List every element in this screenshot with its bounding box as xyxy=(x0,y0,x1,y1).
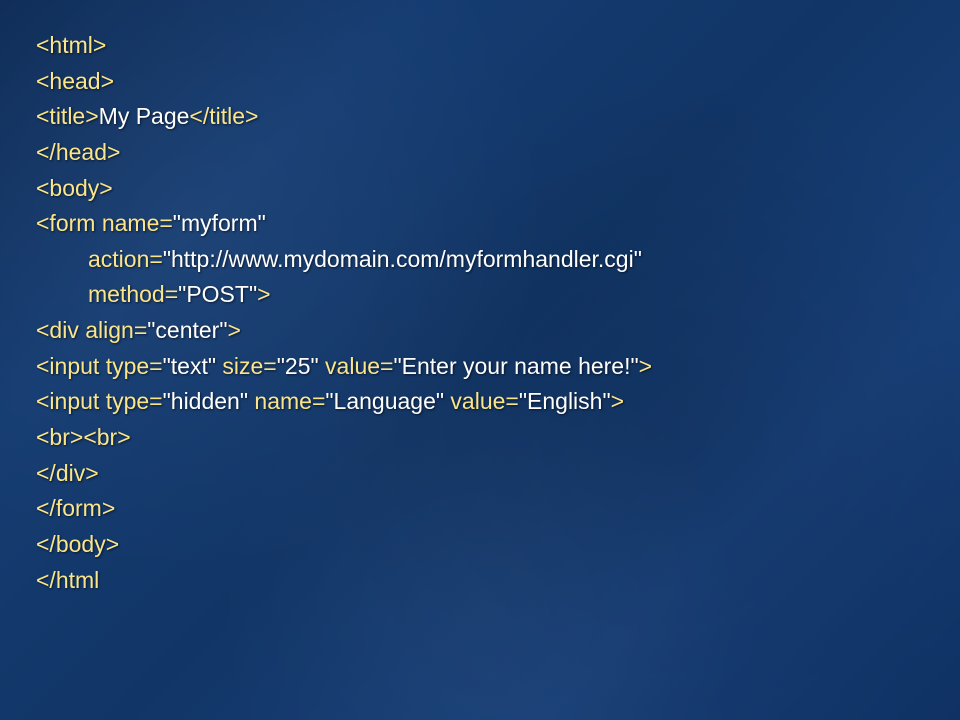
attr-value: "25" xyxy=(277,353,319,379)
tag-end: > xyxy=(228,317,241,343)
tag-text: </head> xyxy=(36,139,120,165)
tag-text: <head> xyxy=(36,68,114,94)
attr-name: size= xyxy=(216,353,277,379)
code-line-body-close: </body> xyxy=(36,527,924,563)
tag-text: </html xyxy=(36,567,99,593)
tag-part: <input type= xyxy=(36,388,163,414)
attr-value: "myform" xyxy=(173,210,266,236)
tag-text: <body> xyxy=(36,175,113,201)
tag-close: </title> xyxy=(189,103,258,129)
attr-name: action= xyxy=(88,246,163,272)
attr-name: value= xyxy=(319,353,394,379)
tag-end: > xyxy=(257,281,270,307)
code-line-form-open-2: action="http://www.mydomain.com/myformha… xyxy=(36,242,924,278)
tag-part: <form name= xyxy=(36,210,173,236)
attr-value: "hidden" xyxy=(163,388,248,414)
attr-value: "Enter your name here!" xyxy=(393,353,638,379)
tag-end: > xyxy=(611,388,624,414)
tag-part: <input type= xyxy=(36,353,163,379)
code-line-br: <br><br> xyxy=(36,420,924,456)
code-line-html-open: <html> xyxy=(36,28,924,64)
attr-value: "English" xyxy=(519,388,611,414)
tag-open: <title> xyxy=(36,103,99,129)
code-line-body-open: <body> xyxy=(36,171,924,207)
code-line-title: <title>My Page</title> xyxy=(36,99,924,135)
tag-text: </body> xyxy=(36,531,119,557)
tag-end: > xyxy=(639,353,652,379)
tag-part: <div align= xyxy=(36,317,147,343)
code-line-div-close: </div> xyxy=(36,456,924,492)
title-text: My Page xyxy=(99,103,190,129)
attr-name: value= xyxy=(444,388,519,414)
attr-name: method= xyxy=(88,281,178,307)
code-line-form-close: </form> xyxy=(36,491,924,527)
tag-text: <html> xyxy=(36,32,106,58)
tag-text: </div> xyxy=(36,460,99,486)
code-line-head-close: </head> xyxy=(36,135,924,171)
code-line-html-close: </html xyxy=(36,563,924,599)
code-line-head-open: <head> xyxy=(36,64,924,100)
attr-value: "http://www.mydomain.com/myformhandler.c… xyxy=(163,246,642,272)
tag-text: </form> xyxy=(36,495,115,521)
code-line-form-open-3: method="POST"> xyxy=(36,277,924,313)
code-line-input-text: <input type="text" size="25" value="Ente… xyxy=(36,349,924,385)
code-line-form-open-1: <form name="myform" xyxy=(36,206,924,242)
code-line-div-open: <div align="center"> xyxy=(36,313,924,349)
attr-value: "text" xyxy=(163,353,216,379)
attr-value: "POST" xyxy=(178,281,257,307)
code-line-input-hidden: <input type="hidden" name="Language" val… xyxy=(36,384,924,420)
attr-name: name= xyxy=(248,388,325,414)
attr-value: "center" xyxy=(147,317,227,343)
tag-text: <br><br> xyxy=(36,424,131,450)
attr-value: "Language" xyxy=(325,388,444,414)
